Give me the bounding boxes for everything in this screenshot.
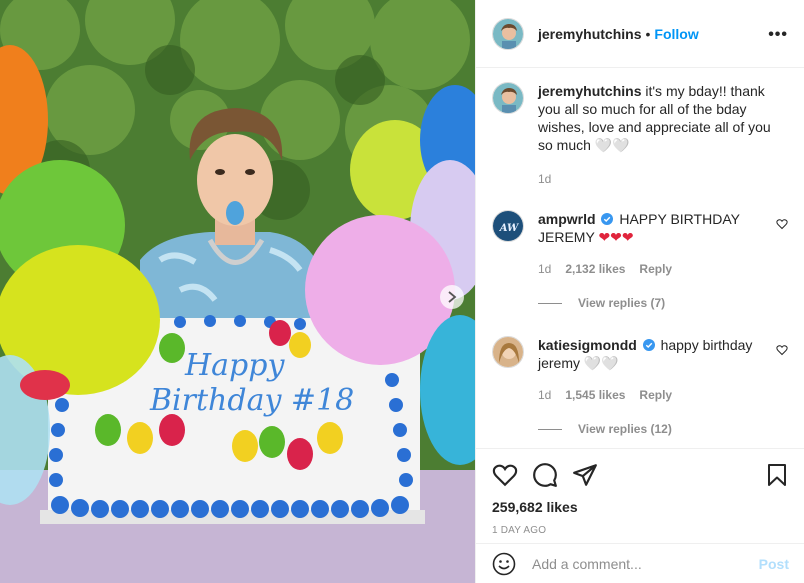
emoji-icon[interactable] xyxy=(492,552,516,576)
post-date[interactable]: 1 DAY AGO xyxy=(492,525,789,536)
caption-meta: 1d xyxy=(538,170,788,188)
caption-avatar-image xyxy=(493,83,523,113)
caption-time[interactable]: 1d xyxy=(538,170,551,188)
save-bookmark-icon[interactable] xyxy=(765,462,789,488)
share-send-icon[interactable] xyxy=(572,462,598,488)
post-photo[interactable]: Happy Birthday #18 xyxy=(0,0,475,583)
author-username[interactable]: jeremyhutchins xyxy=(538,26,641,42)
caption-body: jeremyhutchins it's my bday!! thank you … xyxy=(538,82,788,188)
cake-writing-line1: Happy xyxy=(184,348,285,383)
add-comment-bar: Post xyxy=(476,543,804,583)
comment-item: katiesigmondd happy birthday jeremy 🤍🤍 1… xyxy=(492,336,788,404)
caption-avatar[interactable] xyxy=(492,82,524,114)
comment-time[interactable]: 1d xyxy=(538,386,551,404)
post-comment-button[interactable]: Post xyxy=(759,556,789,572)
view-replies-label: View replies (7) xyxy=(578,296,666,310)
comment-likes[interactable]: 1,545 likes xyxy=(565,386,625,404)
post-header: jeremyhutchins • Follow ••• xyxy=(476,0,804,68)
comment-username[interactable]: ampwrld xyxy=(538,211,596,227)
action-icons xyxy=(492,459,789,491)
comment-item: AW ampwrld HAPPY BIRTHDAY JEREMY ❤❤❤ 1d … xyxy=(492,210,788,278)
like-heart-icon[interactable] xyxy=(492,462,518,488)
more-options-icon[interactable]: ••• xyxy=(768,26,788,44)
ampwrld-avatar-image: AW xyxy=(493,211,523,241)
comment-likes[interactable]: 2,132 likes xyxy=(565,260,625,278)
caption: jeremyhutchins it's my bday!! thank you … xyxy=(492,82,788,188)
comment-body: katiesigmondd happy birthday jeremy 🤍🤍 1… xyxy=(538,336,778,404)
like-comment-heart-icon[interactable] xyxy=(776,218,788,230)
svg-text:AW: AW xyxy=(499,223,520,234)
comment-input[interactable] xyxy=(530,554,759,573)
verified-badge-icon xyxy=(601,213,614,225)
author-avatar[interactable] xyxy=(492,17,524,50)
post-modal: Happy Birthday #18 jeremyhutchins • Foll… xyxy=(0,0,804,583)
hearts-emoji: ❤❤❤ xyxy=(598,229,634,245)
view-replies-button[interactable]: View replies (7) xyxy=(538,296,788,310)
view-replies-button[interactable]: View replies (12) xyxy=(538,422,788,436)
katiesigmondd-avatar-image xyxy=(493,337,523,367)
birthday-photo-illustration: Happy Birthday #18 xyxy=(0,0,475,583)
comment-avatar-ampwrld[interactable]: AW xyxy=(492,210,524,242)
view-replies-label: View replies (12) xyxy=(578,422,672,436)
chevron-right-icon xyxy=(448,291,457,303)
replies-line xyxy=(538,302,562,304)
verified-badge-icon xyxy=(642,339,655,351)
caption-username[interactable]: jeremyhutchins xyxy=(538,83,641,99)
comments-list: jeremyhutchins it's my bday!! thank you … xyxy=(476,68,804,448)
post-actions: 259,682 likes 1 DAY AGO xyxy=(476,448,804,536)
like-comment-heart-icon[interactable] xyxy=(776,344,788,356)
follow-button[interactable]: Follow xyxy=(654,26,698,42)
cake-writing-line2: Birthday #18 xyxy=(149,383,354,418)
comment-meta: 1d 2,132 likes Reply xyxy=(538,260,778,278)
comment-avatar-katiesigmondd[interactable] xyxy=(492,336,524,368)
comment-body: ampwrld HAPPY BIRTHDAY JEREMY ❤❤❤ 1d 2,1… xyxy=(538,210,778,278)
comment-time[interactable]: 1d xyxy=(538,260,551,278)
likes-count[interactable]: 259,682 likes xyxy=(492,499,789,515)
comment-bubble-icon[interactable] xyxy=(532,462,558,488)
separator-dot: • xyxy=(645,25,651,42)
reply-button[interactable]: Reply xyxy=(639,260,672,278)
post-side-panel: jeremyhutchins • Follow ••• jeremyhutchi… xyxy=(475,0,804,583)
next-photo-button[interactable] xyxy=(440,285,464,309)
author-avatar-image xyxy=(493,18,523,49)
reply-button[interactable]: Reply xyxy=(639,386,672,404)
comment-meta: 1d 1,545 likes Reply xyxy=(538,386,778,404)
comment-username[interactable]: katiesigmondd xyxy=(538,337,637,353)
replies-line xyxy=(538,428,562,430)
